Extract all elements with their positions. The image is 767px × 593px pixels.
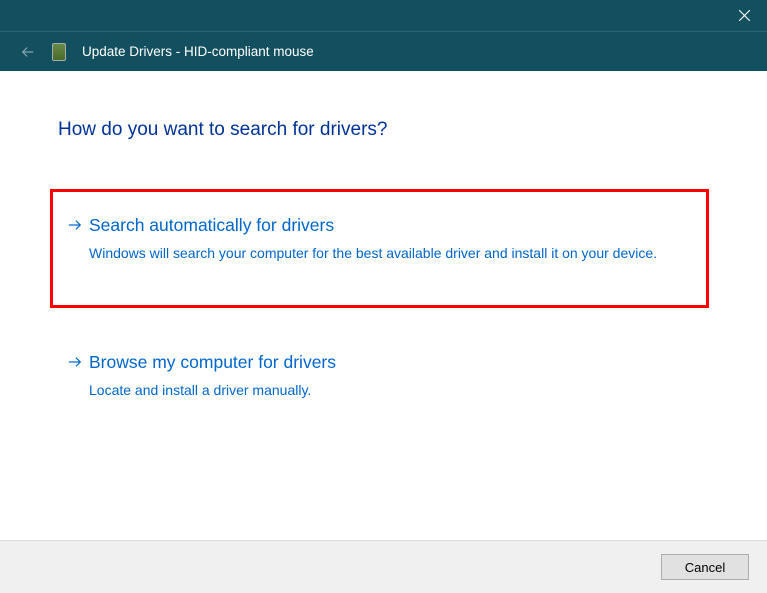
option-title: Browse my computer for drivers [89,351,692,374]
back-arrow-icon [21,45,35,59]
arrow-right-icon [67,219,83,231]
option-search-automatically[interactable]: Search automatically for drivers Windows… [50,189,709,308]
wizard-content: How do you want to search for drivers? S… [0,71,767,419]
option-browse-computer[interactable]: Browse my computer for drivers Locate an… [58,332,709,419]
arrow-right-icon [67,356,83,368]
option-description: Windows will search your computer for th… [89,243,698,263]
cancel-button[interactable]: Cancel [661,554,749,580]
wizard-footer: Cancel [0,540,767,593]
wizard-title: Update Drivers - HID-compliant mouse [82,44,314,59]
titlebar [0,0,767,31]
close-button[interactable] [721,0,767,31]
device-icon [52,43,66,61]
option-text: Search automatically for drivers Windows… [89,214,698,263]
close-icon [739,10,750,21]
option-description: Locate and install a driver manually. [89,380,692,400]
page-heading: How do you want to search for drivers? [58,119,709,141]
wizard-header: Update Drivers - HID-compliant mouse [0,31,767,71]
option-text: Browse my computer for drivers Locate an… [89,351,692,400]
back-button[interactable] [20,44,36,60]
option-title: Search automatically for drivers [89,214,698,237]
